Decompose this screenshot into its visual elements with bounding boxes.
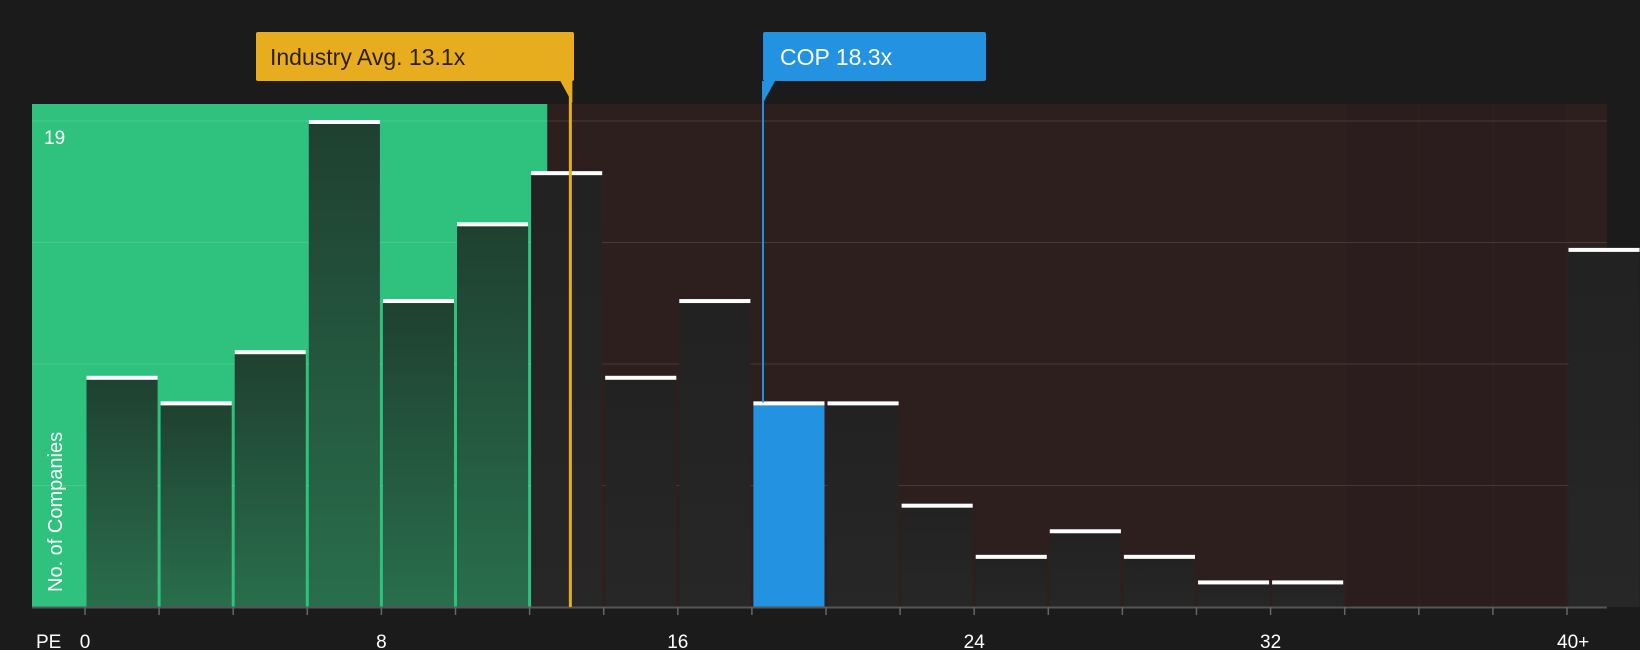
bar-top-11 — [901, 503, 973, 508]
bar-top-12 — [975, 554, 1047, 559]
bar-11 — [901, 504, 973, 607]
bar-14 — [1123, 555, 1195, 607]
bar-17 — [1346, 104, 1418, 607]
bar-top-13 — [1049, 529, 1121, 534]
bar-15 — [1198, 581, 1270, 607]
company-label: COP 18.3x — [780, 44, 893, 70]
bar-top-0 — [86, 375, 158, 380]
bar-3 — [308, 121, 380, 607]
bar-12 — [975, 555, 1047, 607]
x-tick-label: 32 — [1260, 632, 1281, 650]
bar-top-15 — [1198, 580, 1270, 585]
bar-1 — [160, 402, 232, 607]
bar-0 — [86, 376, 158, 607]
bar-top-1 — [160, 401, 232, 406]
bar-2 — [234, 351, 306, 607]
bar-18 — [1420, 104, 1492, 607]
x-axis-label: PE — [36, 632, 61, 650]
bar-13 — [1049, 530, 1121, 607]
bar-top-6 — [531, 171, 603, 176]
bar-top-14 — [1123, 554, 1195, 559]
pe-distribution-chart: 0 8 16 24 32 40+ Industry Avg. 13.1x COP 18.3x… — [32, 32, 1640, 650]
bar-5 — [457, 223, 529, 607]
bar-19 — [1494, 104, 1566, 607]
bar-top-3 — [308, 120, 380, 124]
bar-top-7 — [605, 375, 677, 380]
bar-top-4 — [382, 299, 454, 304]
bar-top-10 — [827, 401, 899, 406]
y-max-label: 19 — [44, 128, 65, 149]
bar-top-20 — [1568, 247, 1640, 252]
y-axis-label: No. of Companies — [45, 432, 67, 592]
bar-top-9 — [753, 401, 825, 406]
bar-top-16 — [1272, 580, 1344, 585]
bar-10 — [827, 402, 899, 607]
company-pointer — [763, 81, 776, 103]
industry-avg-label: Industry Avg. 13.1x — [270, 44, 466, 70]
bar-8 — [679, 300, 751, 607]
bar-20 — [1568, 248, 1640, 608]
x-tick-label: 8 — [376, 632, 387, 650]
bar-7 — [605, 376, 677, 607]
bar-4 — [382, 300, 454, 607]
bar-top-2 — [234, 350, 306, 355]
x-tick-label: 0 — [80, 632, 91, 650]
x-tick-label: 16 — [667, 632, 688, 650]
bar-9 — [753, 402, 825, 607]
bar-16 — [1272, 581, 1344, 607]
bar-top-8 — [679, 299, 751, 304]
bar-6 — [531, 172, 603, 607]
x-tick-label: 40+ — [1557, 632, 1589, 650]
bar-top-5 — [457, 222, 529, 227]
x-tick-label: 24 — [964, 632, 986, 650]
